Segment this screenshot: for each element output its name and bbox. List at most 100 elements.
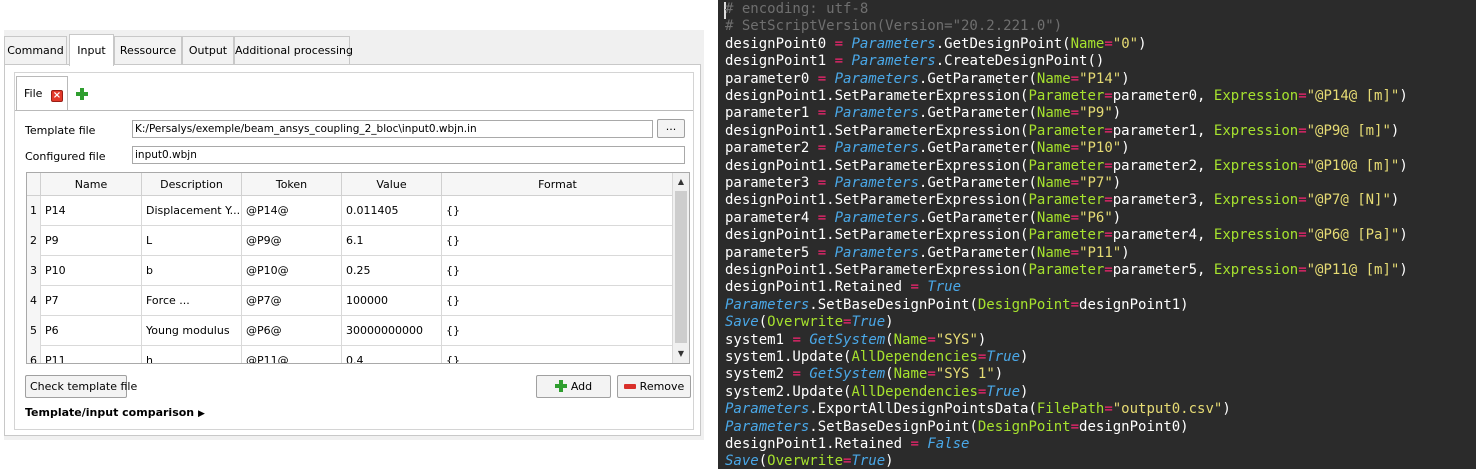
code-token: =: [1070, 175, 1080, 191]
code-token: =: [1298, 88, 1307, 104]
file-tab-label: File: [24, 87, 43, 100]
template-file-input[interactable]: [132, 120, 653, 138]
tab-output[interactable]: Output: [182, 36, 234, 65]
cell-description[interactable]: L: [142, 226, 242, 256]
code-line: parameter0 = Parameters.GetParameter(Nam…: [725, 71, 1130, 88]
cell-format[interactable]: {}: [442, 346, 673, 363]
cell-name[interactable]: P14: [41, 196, 142, 226]
cell-format[interactable]: {}: [442, 286, 673, 316]
file-tab[interactable]: File ×: [16, 76, 68, 110]
code-line: parameter3 = Parameters.GetParameter(Nam…: [725, 175, 1121, 192]
table-row[interactable]: 5 P6 Young modulus @P6@ 30000000000 {}: [27, 316, 673, 346]
row-number: 6: [27, 346, 41, 363]
check-template-file-label: Check template file: [30, 380, 138, 393]
close-icon[interactable]: ×: [51, 90, 63, 102]
cell-description[interactable]: b: [142, 256, 242, 286]
cell-value[interactable]: 100000: [342, 286, 442, 316]
table-header: Name Description Token Value Format: [27, 173, 673, 196]
cell-format[interactable]: {}: [442, 196, 673, 226]
tab-ressource[interactable]: Ressource: [114, 36, 182, 65]
code-token: "@P10@ [m]": [1306, 157, 1400, 174]
row-number: 4: [27, 286, 41, 316]
scrollbar-thumb[interactable]: [675, 191, 687, 343]
cell-name[interactable]: P7: [41, 286, 142, 316]
cell-format[interactable]: {}: [442, 256, 673, 286]
add-button[interactable]: Add: [536, 375, 611, 398]
table-row[interactable]: 2 P9 L @P9@ 6.1 {}: [27, 226, 673, 256]
cell-name[interactable]: P10: [41, 256, 142, 286]
cell-value[interactable]: 0.011405: [342, 196, 442, 226]
cell-value[interactable]: 0.4: [342, 346, 442, 363]
code-token: designPoint1.Retained: [725, 436, 911, 452]
cell-description[interactable]: h: [142, 346, 242, 363]
scroll-down-arrow-icon[interactable]: ▼: [674, 346, 688, 362]
code-token: designPoint1.SetParameterExpression(: [725, 122, 1029, 139]
cell-token[interactable]: @P6@: [242, 316, 342, 346]
cell-format[interactable]: {}: [442, 226, 673, 256]
column-header-description[interactable]: Description: [142, 173, 242, 196]
code-token: =: [817, 105, 827, 122]
code-token: "@P11@ [m]": [1306, 262, 1400, 278]
cell-token[interactable]: @P14@: [242, 196, 342, 226]
cell-description[interactable]: Displacement Y...: [142, 196, 242, 226]
template-input-comparison-toggle[interactable]: Template/input comparison ▶: [25, 406, 205, 419]
column-header-value[interactable]: Value: [342, 173, 442, 196]
cell-format[interactable]: {}: [442, 316, 673, 346]
code-token: # encoding: utf-8: [725, 1, 869, 17]
code-token: FilePath: [1036, 401, 1105, 418]
cell-name[interactable]: P6: [41, 316, 142, 346]
remove-button[interactable]: Remove: [617, 375, 691, 398]
scroll-up-arrow-icon[interactable]: ▲: [674, 174, 688, 190]
code-token: =: [834, 35, 844, 52]
code-token: (: [758, 453, 768, 469]
column-header-name[interactable]: Name: [41, 173, 142, 196]
code-line: designPoint1.Retained = True: [725, 279, 961, 296]
code-token: (: [885, 331, 894, 348]
code-token: GetSystem: [809, 366, 886, 383]
cell-name[interactable]: P11: [41, 346, 142, 363]
code-token: Parameters: [834, 244, 919, 261]
code-token: =: [1104, 35, 1113, 52]
tab-input[interactable]: Input: [69, 34, 114, 66]
cell-token[interactable]: @P11@: [242, 346, 342, 363]
template-file-label: Template file: [25, 124, 96, 137]
code-token: Name: [1036, 209, 1071, 226]
cell-value[interactable]: 0.25: [342, 256, 442, 286]
code-token: =: [1070, 296, 1080, 313]
table-row[interactable]: 3 P10 b @P10@ 0.25 {}: [27, 256, 673, 286]
code-token: .GetParameter(: [918, 244, 1037, 261]
code-token: "SYS": [935, 331, 978, 348]
column-header-token[interactable]: Token: [242, 173, 342, 196]
browse-button[interactable]: ...: [657, 119, 685, 138]
column-header-format[interactable]: Format: [442, 173, 673, 196]
table-vertical-scrollbar[interactable]: ▲ ▼: [672, 173, 689, 363]
tab-command[interactable]: Command: [4, 36, 67, 65]
caret-right-icon: ▶: [197, 409, 205, 419]
check-template-file-button[interactable]: Check template file: [25, 375, 137, 398]
plus-icon[interactable]: [75, 87, 89, 101]
code-editor[interactable]: # encoding: utf-8 # SetScriptVersion(Vers…: [718, 0, 1476, 469]
tab-additional-processing[interactable]: Additional processing: [234, 36, 353, 65]
code-line: system1 = GetSystem(Name="SYS"): [725, 332, 986, 349]
configured-file-input[interactable]: [132, 146, 685, 164]
cell-value[interactable]: 6.1: [342, 226, 442, 256]
code-token: system1: [725, 331, 793, 348]
table-row[interactable]: 1 P14 Displacement Y... @P14@ 0.011405 {…: [27, 196, 673, 226]
table-row[interactable]: 4 P7 Force ... @P7@ 100000 {}: [27, 286, 673, 316]
code-token: ): [885, 314, 894, 331]
table-row[interactable]: 6 P11 h @P11@ 0.4 {}: [27, 346, 673, 363]
code-token: Name: [1036, 175, 1071, 191]
cell-value[interactable]: 30000000000: [342, 316, 442, 346]
cell-description[interactable]: Young modulus: [142, 316, 242, 346]
code-token: parameter3: [725, 175, 818, 191]
code-token: Parameter: [1028, 227, 1105, 244]
cell-token[interactable]: @P9@: [242, 226, 342, 256]
code-token: =: [1298, 122, 1307, 139]
cell-name[interactable]: P9: [41, 226, 142, 256]
cell-description[interactable]: Force ...: [142, 286, 242, 316]
code-token: =: [817, 175, 827, 191]
cell-token[interactable]: @P7@: [242, 286, 342, 316]
code-line: designPoint1.Retained = False: [725, 436, 969, 453]
cell-token[interactable]: @P10@: [242, 256, 342, 286]
